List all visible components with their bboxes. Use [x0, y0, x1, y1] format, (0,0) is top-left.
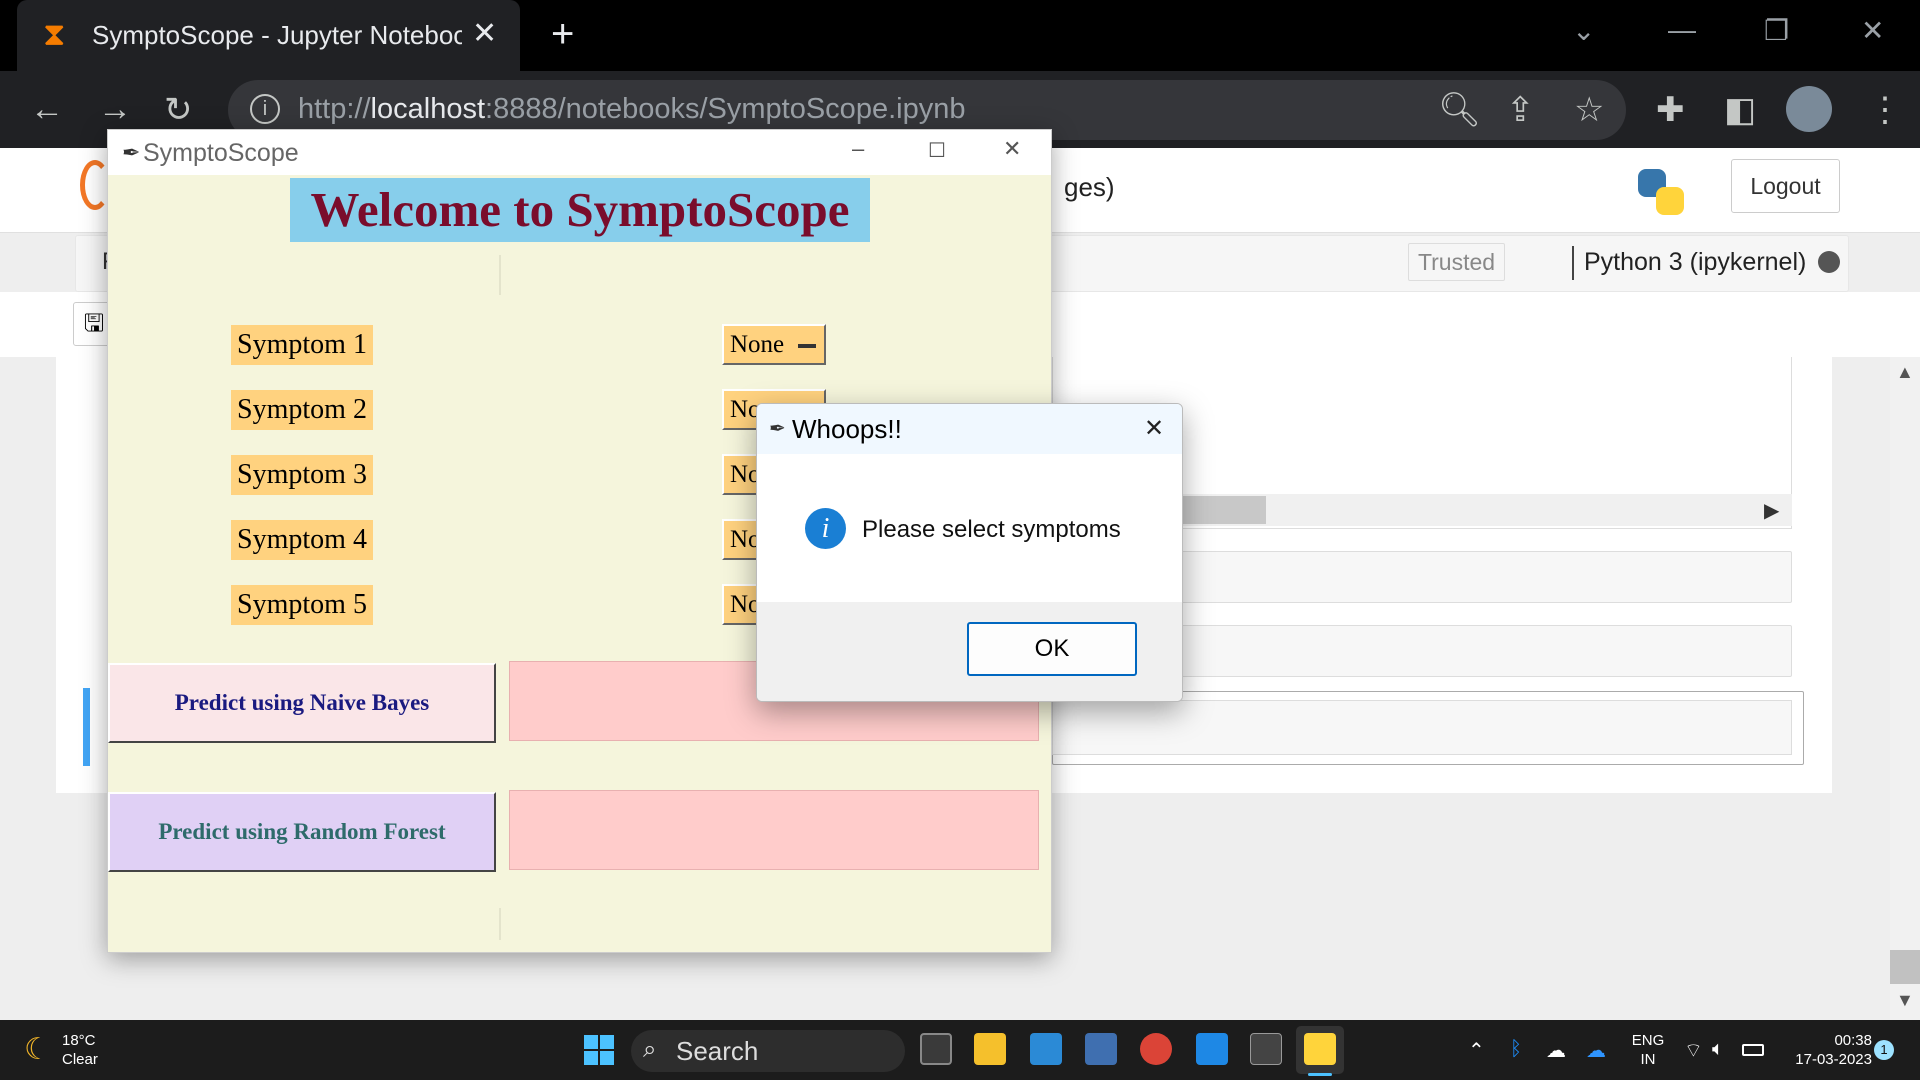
scroll-up-arrow-icon[interactable]: ▲	[1896, 362, 1914, 383]
wifi-icon[interactable]: ⌔	[1684, 1038, 1703, 1063]
symptom-select-1[interactable]: None	[722, 324, 826, 365]
symptom-label-3: Symptom 3	[231, 455, 373, 495]
python-app-icon[interactable]	[1304, 1033, 1336, 1065]
page-scrollbar[interactable]	[1890, 357, 1920, 1020]
side-panel-icon[interactable]: ◧	[1724, 90, 1756, 130]
bluetooth-icon[interactable]: ᛒ	[1510, 1038, 1522, 1061]
profile-avatar[interactable]	[1786, 86, 1832, 132]
notepad-icon[interactable]	[1196, 1033, 1228, 1065]
info-icon: i	[805, 508, 846, 549]
output-scrollbar-thumb[interactable]	[1182, 496, 1266, 524]
symptom-select-value: None	[730, 331, 785, 358]
dialog-close-icon[interactable]: ✕	[1144, 414, 1164, 443]
url-text[interactable]: http://localhost:8888/notebooks/SymptoSc…	[298, 93, 965, 126]
command-prompt-icon[interactable]	[1250, 1033, 1282, 1065]
file-explorer-icon[interactable]	[974, 1033, 1006, 1065]
weather-widget[interactable]: 18°C Clear	[62, 1031, 98, 1069]
cloud-icon[interactable]: ☁	[1546, 1038, 1566, 1063]
forward-icon[interactable]: →	[98, 90, 132, 129]
hourglass-icon: ⧗	[43, 16, 66, 52]
active-app-indicator	[1308, 1073, 1332, 1076]
tab-search-chevron-icon[interactable]: ⌄	[1572, 14, 1595, 47]
clock[interactable]: 00:38 17-03-2023	[1776, 1031, 1872, 1069]
trusted-badge[interactable]: Trusted	[1408, 243, 1505, 281]
symptom-label-5: Symptom 5	[231, 585, 373, 625]
code-cell-input[interactable]	[1052, 700, 1792, 755]
kernel-name[interactable]: Python 3 (ipykernel)	[1584, 248, 1806, 277]
reload-icon[interactable]: ↻	[164, 90, 193, 130]
onedrive-icon[interactable]: ☁	[1586, 1038, 1606, 1063]
tab-title[interactable]: SymptoScope - Jupyter Noteboo	[92, 20, 462, 51]
symptom-label-4: Symptom 4	[231, 520, 373, 560]
ok-button[interactable]: OK	[967, 622, 1137, 676]
site-info-icon[interactable]: i	[250, 94, 280, 124]
scroll-down-arrow-icon[interactable]: ▼	[1896, 990, 1914, 1011]
bookmark-star-icon[interactable]: ☆	[1574, 90, 1604, 130]
taskbar-search[interactable]	[631, 1030, 905, 1072]
battery-icon[interactable]	[1742, 1044, 1764, 1056]
cell-selection-indicator	[83, 688, 90, 766]
separator	[499, 255, 501, 295]
share-icon[interactable]: ⇪	[1506, 90, 1535, 130]
separator	[499, 908, 501, 940]
kernel-separator	[1572, 246, 1574, 280]
symptom-label-1: Symptom 1	[231, 325, 373, 365]
chrome-icon[interactable]	[1140, 1033, 1172, 1065]
python-logo-icon	[1634, 165, 1688, 219]
search-icon: ⌕	[643, 1036, 657, 1063]
show-hidden-icons-chevron-icon[interactable]: ⌃	[1468, 1038, 1485, 1063]
notebook-title-fragment[interactable]: ges)	[1064, 172, 1115, 203]
dialog-title: Whoops!!	[792, 414, 902, 444]
language-top: ENG	[1631, 1032, 1665, 1049]
moon-icon[interactable]: ☾	[24, 1032, 51, 1067]
vscode-icon[interactable]	[1030, 1033, 1062, 1065]
tk-minimize-icon[interactable]: –	[852, 136, 864, 162]
language-indicator[interactable]: ENG IN	[1628, 1031, 1668, 1069]
warning-dialog: ✒︎ Whoops!! ✕ i Please select symptoms O…	[756, 403, 1183, 702]
page-scrollbar-thumb[interactable]	[1890, 950, 1920, 984]
tab-close-icon[interactable]: ✕	[472, 16, 497, 51]
symptom-label-2: Symptom 2	[231, 390, 373, 430]
minimize-icon[interactable]: —	[1668, 14, 1696, 46]
weather-desc: Clear	[62, 1051, 98, 1068]
terminal-app-icon[interactable]	[920, 1033, 952, 1065]
zoom-icon[interactable]: 🔍︎	[1438, 90, 1481, 130]
menu-kebab-icon[interactable]: ⋮	[1868, 90, 1902, 130]
weather-temp: 18°C	[62, 1032, 96, 1049]
window-close-icon[interactable]: ✕	[1861, 14, 1884, 47]
tk-maximize-icon[interactable]: ☐	[928, 138, 946, 163]
kernel-status-indicator	[1818, 251, 1840, 273]
notification-badge[interactable]: 1	[1874, 1040, 1894, 1060]
predict-naive-bayes-button[interactable]: Predict using Naive Bayes	[108, 663, 496, 743]
random-forest-result	[509, 790, 1039, 870]
logout-button[interactable]: Logout	[1731, 159, 1840, 213]
clock-time: 00:38	[1834, 1032, 1872, 1049]
option-menu-indicator-icon	[798, 344, 816, 348]
search-label: Search	[676, 1036, 759, 1066]
feather-icon: ✒︎	[769, 418, 786, 440]
tk-window-title: SymptoScope	[143, 139, 299, 167]
feather-icon: ✒︎	[122, 140, 141, 165]
jupyter-logo-icon[interactable]	[80, 160, 110, 210]
restore-icon[interactable]: ❐	[1764, 14, 1789, 47]
language-bottom: IN	[1640, 1051, 1656, 1068]
back-icon[interactable]: ←	[30, 90, 64, 129]
welcome-heading: Welcome to SymptoScope	[290, 178, 870, 242]
clock-date: 17-03-2023	[1795, 1051, 1872, 1068]
snipping-tool-icon[interactable]	[1085, 1033, 1117, 1065]
dialog-message: Please select symptoms	[862, 516, 1121, 543]
predict-random-forest-button[interactable]: Predict using Random Forest	[108, 792, 496, 872]
new-tab-icon[interactable]: +	[551, 12, 574, 57]
volume-icon[interactable]: 🔈︎	[1712, 1038, 1724, 1061]
tk-close-icon[interactable]: ✕	[1003, 136, 1021, 162]
scroll-right-arrow-icon[interactable]: ▶	[1764, 498, 1779, 523]
windows-start-icon[interactable]	[584, 1035, 614, 1065]
extensions-icon[interactable]: ✚	[1656, 90, 1685, 130]
